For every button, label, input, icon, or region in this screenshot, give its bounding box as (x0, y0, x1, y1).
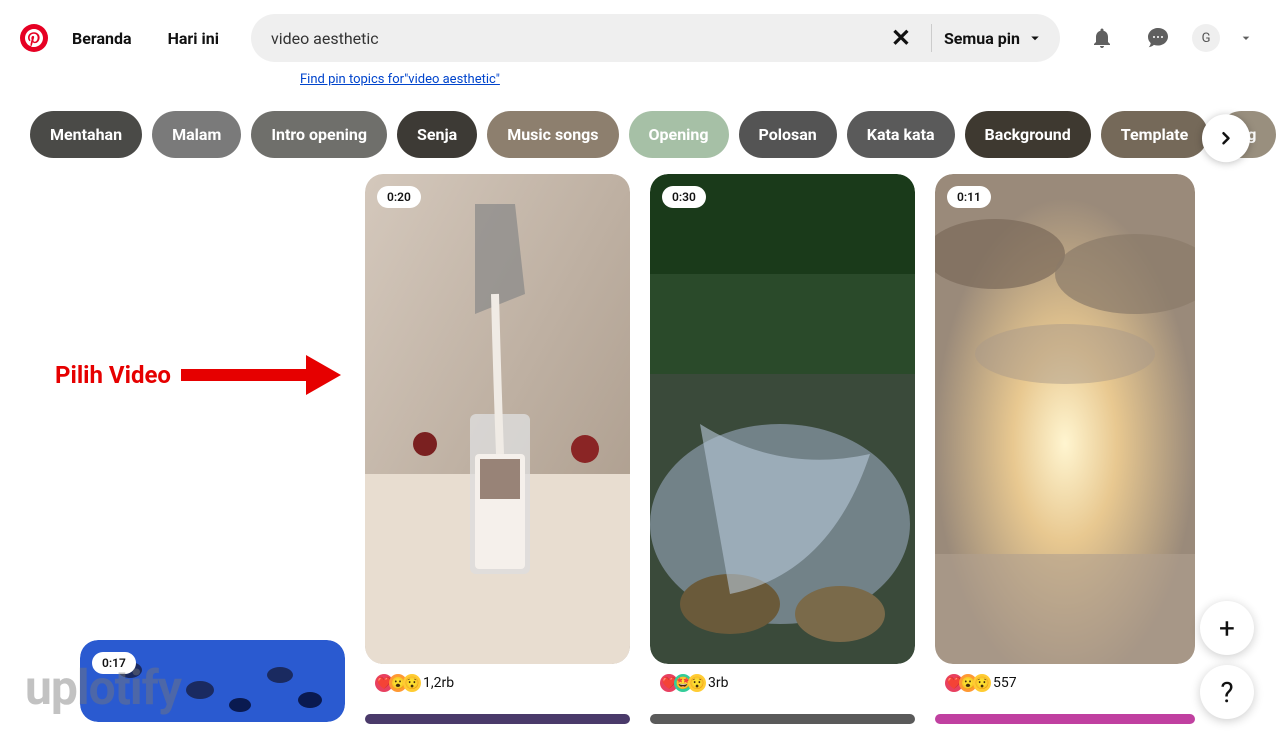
pin-partial-3[interactable] (935, 714, 1195, 724)
search-input[interactable] (267, 29, 883, 48)
pin-partial-2[interactable] (650, 714, 915, 724)
pin-thumbnail (650, 174, 915, 664)
pin-video-3[interactable]: 0:11 (935, 174, 1195, 664)
annotation-text: Pilih Video (55, 361, 171, 389)
help-button[interactable]: ? (1200, 665, 1254, 719)
header: Beranda Hari ini ✕ Semua pin G (0, 0, 1280, 66)
duration-badge: 0:11 (947, 186, 991, 208)
arrow-icon (181, 355, 341, 395)
nav-today[interactable]: Hari ini (156, 21, 231, 56)
filter-label: Semua pin (944, 29, 1020, 48)
duration-badge: 0:20 (377, 186, 421, 208)
chip-background[interactable]: Background (965, 111, 1091, 158)
avatar[interactable]: G (1192, 24, 1220, 52)
plus-icon: + (1219, 612, 1235, 645)
pin-partial-1[interactable] (365, 714, 630, 724)
reaction-count: 557 (993, 675, 1017, 691)
chip-template[interactable]: Template (1101, 111, 1209, 158)
pin-thumbnail (935, 174, 1195, 664)
chip-malam[interactable]: Malam (152, 111, 241, 158)
divider (931, 24, 932, 52)
chip-senja[interactable]: Senja (397, 111, 477, 158)
help-icon: ? (1220, 676, 1233, 709)
pin-video-1[interactable]: 0:20 (365, 174, 630, 664)
reaction-count: 3rb (708, 675, 728, 691)
watermark: uplotify (25, 659, 181, 716)
chip-kata-kata[interactable]: Kata kata (847, 111, 955, 158)
chip-mentahan[interactable]: Mentahan (30, 111, 142, 158)
search-filter-button[interactable]: Semua pin (944, 29, 1044, 48)
chevron-right-icon (1216, 128, 1236, 148)
chip-intro-opening[interactable]: Intro opening (251, 111, 387, 158)
annotation-overlay: Pilih Video (55, 355, 341, 395)
pin-reactions-2[interactable]: ❤️ 🤩 😯 3rb (660, 674, 728, 692)
pinterest-logo[interactable] (20, 24, 48, 52)
reaction-count: 1,2rb (423, 675, 454, 691)
chevron-down-icon (1026, 29, 1044, 47)
emoji-stack: ❤️ 🤩 😯 (660, 674, 702, 692)
account-menu-button[interactable] (1232, 24, 1260, 52)
pin-video-2[interactable]: 0:30 (650, 174, 915, 664)
emoji-stack: ❤️ 😮 😯 (945, 674, 987, 692)
messages-icon[interactable] (1136, 16, 1180, 60)
search-bar: ✕ Semua pin (251, 14, 1060, 62)
chip-opening[interactable]: Opening (629, 111, 729, 158)
filter-chips: Mentahan Malam Intro opening Senja Music… (0, 87, 1280, 174)
pin-reactions-1[interactable]: ❤️ 😮 😯 1,2rb (375, 674, 454, 692)
chips-scroll-right-button[interactable] (1202, 114, 1250, 162)
topics-link[interactable]: Find pin topics for"video aesthetic" (300, 72, 500, 87)
chip-polosan[interactable]: Polosan (739, 111, 837, 158)
clear-search-icon[interactable]: ✕ (883, 24, 919, 52)
chip-music-songs[interactable]: Music songs (487, 111, 618, 158)
pin-reactions-3[interactable]: ❤️ 😮 😯 557 (945, 674, 1017, 692)
emoji-stack: ❤️ 😮 😯 (375, 674, 417, 692)
nav-home[interactable]: Beranda (60, 21, 144, 56)
notifications-icon[interactable] (1080, 16, 1124, 60)
add-button[interactable]: + (1200, 601, 1254, 655)
duration-badge: 0:30 (662, 186, 706, 208)
pin-thumbnail (365, 174, 630, 664)
